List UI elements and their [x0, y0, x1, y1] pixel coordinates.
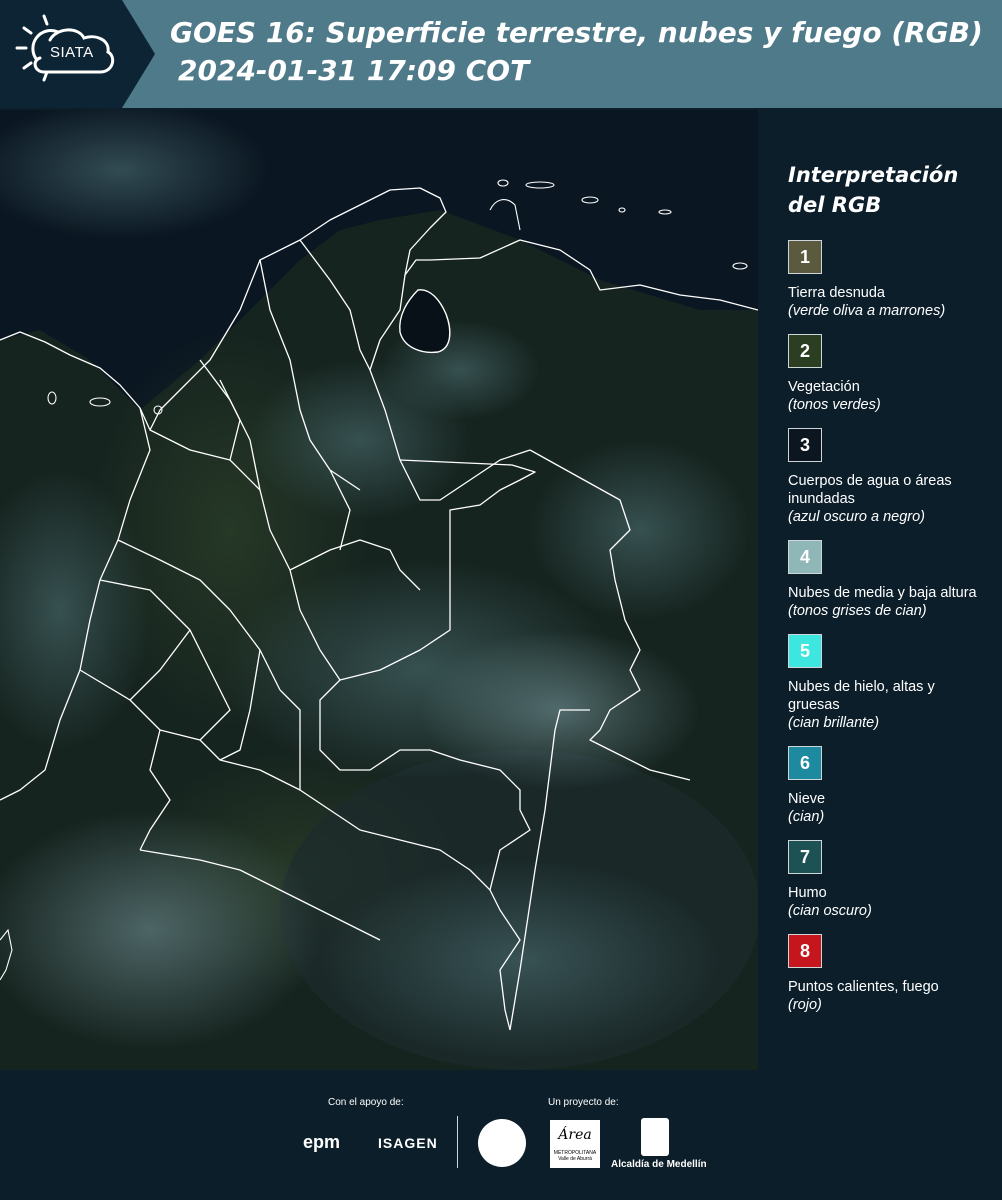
area-metropolitana-logo: Área METROPOLITANA Valle de Aburrá	[550, 1120, 600, 1168]
legend-item-5: 5 Nubes de hielo, altas y gruesas (cian br…	[788, 634, 988, 732]
legend-desc: (cian brillante)	[788, 715, 880, 731]
title-timestamp: 2024-01-31 17:09 COT	[178, 54, 530, 87]
legend-swatch: 5	[788, 634, 822, 668]
legend-swatch: 1	[788, 240, 822, 274]
legend-swatch: 8	[788, 934, 822, 968]
legend-desc: (cian)	[788, 809, 825, 825]
legend-label: Nieve	[788, 791, 826, 807]
legend-desc: (tonos grises de cian)	[788, 603, 927, 619]
legend-desc: (rojo)	[788, 997, 822, 1013]
legend-label: Nubes de media y baja altura	[788, 585, 977, 601]
legend-label: Cuerpos de agua o áreas inundadas	[788, 473, 952, 507]
rgb-legend: Interpretación del RGB 1 Tierra desnuda (v…	[788, 160, 988, 1014]
legend-item-2: 2 Vegetación (tonos verdes)	[788, 334, 988, 414]
project-label: Un proyecto de:	[548, 1097, 619, 1108]
legend-label: Nubes de hielo, altas y gruesas	[788, 679, 935, 713]
legend-item-1: 1 Tierra desnuda (verde oliva a marrones)	[788, 240, 988, 320]
siata-logo-text: SIATA	[50, 44, 94, 61]
satellite-map	[0, 110, 758, 1070]
legend-item-7: 7 Humo (cian oscuro)	[788, 840, 988, 920]
page-title: GOES 16: Superficie terrestre, nubes y f…	[170, 14, 983, 90]
legend-desc: (verde oliva a marrones)	[788, 303, 946, 319]
seal-logo	[478, 1119, 526, 1167]
alcaldia-logo-text: Alcaldía de Medellín	[611, 1159, 707, 1170]
legend-label: Humo	[788, 885, 827, 901]
alcaldia-shield-icon	[641, 1118, 669, 1156]
legend-label: Puntos calientes, fuego	[788, 979, 939, 995]
legend-item-4: 4 Nubes de media y baja altura (tonos gris…	[788, 540, 988, 620]
legend-swatch: 4	[788, 540, 822, 574]
legend-label: Tierra desnuda	[788, 285, 885, 301]
legend-swatch: 6	[788, 746, 822, 780]
legend-item-8: 8 Puntos calientes, fuego (rojo)	[788, 934, 988, 1014]
legend-swatch: 7	[788, 840, 822, 874]
legend-items: 1 Tierra desnuda (verde oliva a marrones) 2…	[788, 240, 988, 1014]
legend-title: Interpretación del RGB	[788, 163, 959, 217]
title-product: GOES 16: Superficie terrestre, nubes y f…	[170, 16, 983, 49]
isagen-logo: ISAGEN	[378, 1135, 438, 1151]
header-bar: SIATA GOES 16: Superficie terrestre, nub…	[0, 0, 1002, 108]
legend-desc: (azul oscuro a negro)	[788, 509, 926, 525]
legend-item-6: 6 Nieve (cian)	[788, 746, 988, 826]
footer-divider	[457, 1116, 458, 1168]
legend-label: Vegetación	[788, 379, 860, 395]
siata-logo: SIATA	[0, 0, 155, 108]
epm-logo: epm	[303, 1132, 341, 1152]
legend-item-3: 3 Cuerpos de agua o áreas inundadas (azul …	[788, 428, 988, 526]
legend-desc: (tonos verdes)	[788, 397, 881, 413]
support-label: Con el apoyo de:	[328, 1097, 404, 1108]
legend-swatch: 2	[788, 334, 822, 368]
legend-desc: (cian oscuro)	[788, 903, 872, 919]
legend-swatch: 3	[788, 428, 822, 462]
